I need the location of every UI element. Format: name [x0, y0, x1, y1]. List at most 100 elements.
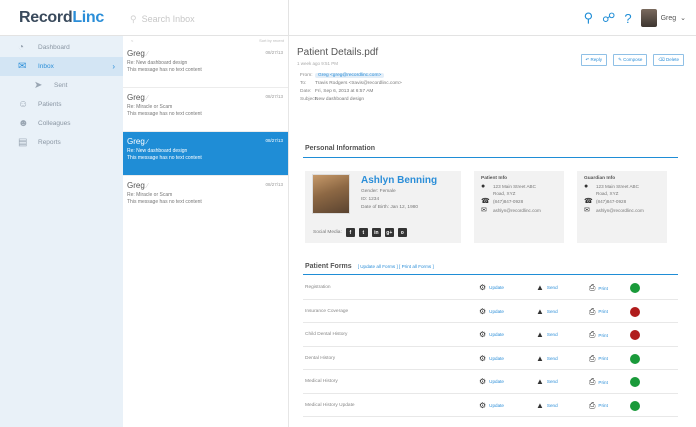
patient-gender: Gender: Female: [361, 189, 396, 194]
sidebar-item-label: Sent: [54, 82, 68, 89]
message-preview: This message has no text content: [127, 111, 202, 117]
facebook-icon[interactable]: f: [345, 228, 355, 237]
table-row: Medical History ⚙ Update ▲ Send ⎙ Print: [303, 370, 678, 394]
from-chip[interactable]: Greg <greg@recordlinc.com>: [315, 73, 385, 78]
list-item[interactable]: Greg ∕ 08/27/13 Re: Miracle or Scam This …: [123, 88, 288, 132]
print-icon: ⎙: [589, 353, 596, 363]
sidebar-item-reports[interactable]: ▤ Reports: [0, 133, 123, 152]
top-bar: RecordLinc ⚲ Search Inbox ⚲ ☍ ? Greg ⌄: [0, 0, 696, 36]
send-icon: ▲: [536, 330, 544, 339]
print-link[interactable]: ⎙ Print: [589, 283, 608, 293]
guardian-info-card: Guardian Info ● 123 Main Street ABC Road, …: [577, 171, 667, 243]
avatar: [640, 9, 657, 27]
group-icon: ☻: [18, 118, 29, 129]
envelope-icon: ✉: [18, 61, 27, 72]
print-icon: ⎙: [589, 306, 596, 316]
send-link[interactable]: ▲ Send: [536, 354, 558, 363]
status-dot: [630, 377, 640, 387]
form-name: Dental History: [305, 355, 336, 361]
status-dot: [630, 283, 640, 293]
send-link[interactable]: ▲ Send: [536, 401, 558, 410]
location-pin-icon: ●: [481, 183, 486, 190]
to-value: Travis Rodgers <travis@recordlinc.com>: [315, 81, 402, 86]
user-menu[interactable]: Greg ⌄: [640, 9, 686, 27]
google-plus-icon[interactable]: g+: [384, 228, 394, 237]
sidebar-item-label: Patients: [38, 101, 62, 108]
attachment-icon: ∕: [146, 183, 148, 190]
logo[interactable]: RecordLinc: [0, 0, 123, 36]
send-link[interactable]: ▲ Send: [536, 377, 558, 386]
update-link[interactable]: ⚙ Update: [479, 330, 504, 339]
twitter-icon[interactable]: t: [358, 228, 368, 237]
update-link[interactable]: ⚙ Update: [479, 354, 504, 363]
attachment-icon: ∕: [146, 51, 148, 58]
sidebar-item-patients[interactable]: ☺ Patients: [0, 95, 123, 114]
message-date: 08/27/13: [265, 94, 283, 99]
send-link[interactable]: ▲ Send: [536, 283, 558, 292]
sidebar-item-colleagues[interactable]: ☻ Colleagues: [0, 114, 123, 133]
link-icon[interactable]: ☍: [602, 10, 615, 26]
table-row: Dental History ⚙ Update ▲ Send ⎙ Print: [303, 347, 678, 370]
attachment-icon: ∕: [146, 95, 148, 102]
message-actions: ↶ Reply ✎ Compose ⌫ Delete: [580, 54, 684, 66]
email-address[interactable]: ashlyn@recordlinc.com: [596, 208, 644, 215]
help-icon[interactable]: ?: [624, 11, 631, 26]
print-link[interactable]: ⎙ Print: [589, 377, 608, 387]
search-icon[interactable]: ⚲: [584, 10, 594, 26]
address-line-2: Road, XYZ: [596, 190, 619, 196]
guardian-info-title: Guardian Info: [584, 176, 616, 181]
print-link[interactable]: ⎙ Print: [589, 330, 608, 340]
other-social-icon[interactable]: o: [397, 228, 407, 237]
form-name: Registration: [305, 285, 331, 290]
personal-info-title: Personal Information: [305, 145, 376, 152]
patient-dob: Date of Birth: Jan 12, 1980: [361, 205, 419, 210]
message-preview: This message has no text content: [127, 199, 202, 205]
message-header-fields: From: Greg <greg@recordlinc.com> To: Travi…: [300, 73, 402, 102]
reply-button[interactable]: ↶ Reply: [580, 54, 608, 66]
message-from: Greg: [127, 49, 145, 58]
social-media: Social Media: f t in g+ o: [313, 228, 407, 237]
update-link[interactable]: ⚙ Update: [479, 283, 504, 292]
update-link[interactable]: ⚙ Update: [479, 307, 504, 316]
address-line-1: 123 Main Street ABC: [596, 184, 639, 189]
update-link[interactable]: ⚙ Update: [479, 401, 504, 410]
update-icon: ⚙: [479, 306, 487, 316]
sidebar-item-sent[interactable]: ➤ Sent: [0, 76, 123, 95]
send-icon: ▲: [536, 400, 544, 410]
patient-name[interactable]: Ashlyn Benning: [361, 175, 437, 186]
bulk-form-links[interactable]: [ Update all Forms ] [ Print all Forms ]: [358, 264, 434, 269]
patient-info-title: Patient Info: [481, 176, 508, 181]
search-input[interactable]: ⚲ Search Inbox: [130, 12, 280, 26]
trash-icon: ⌫: [658, 57, 666, 62]
status-dot: [630, 353, 640, 364]
send-link[interactable]: ▲ Send: [536, 330, 558, 339]
sidebar-item-dashboard[interactable]: ◔ Dashboard: [0, 38, 123, 57]
list-item[interactable]: Greg ∕ 08/27/13 Re: Miracle or Scam This …: [123, 176, 288, 220]
status-dot: [630, 330, 640, 340]
update-icon: ⚙: [479, 353, 487, 363]
print-link[interactable]: ⎙ Print: [589, 354, 608, 364]
phone-number: (847)847-0928: [596, 199, 627, 204]
header-tools: ⚲ ☍ ? Greg ⌄: [584, 9, 686, 27]
send-icon: ▲: [536, 353, 544, 363]
delete-button[interactable]: ⌫ Delete: [653, 54, 684, 66]
send-link[interactable]: ▲ Send: [536, 307, 558, 316]
sidebar-item-inbox[interactable]: ✉ Inbox ›: [0, 57, 123, 76]
linkedin-icon[interactable]: in: [371, 228, 381, 237]
list-item[interactable]: Greg ∕ 08/27/13 Re: New dashboard design …: [123, 44, 288, 88]
message-from: Greg: [127, 181, 145, 190]
list-item-selected[interactable]: Greg ∕ 08/27/13 Re: New dashboard design …: [123, 132, 288, 176]
message-date: 08/27/13: [265, 50, 283, 55]
print-icon: ⎙: [589, 377, 596, 386]
email-address[interactable]: ashlyn@recordlinc.com: [493, 208, 541, 215]
location-pin-icon: ●: [584, 183, 589, 190]
print-link[interactable]: ⎙ Print: [589, 401, 608, 411]
phone-icon: ☎: [481, 198, 490, 205]
update-link[interactable]: ⚙ Update: [479, 377, 504, 386]
compose-button[interactable]: ✎ Compose: [613, 54, 648, 66]
send-icon: ▲: [536, 306, 544, 316]
print-link[interactable]: ⎙ Print: [589, 307, 608, 317]
phone-icon: ☎: [584, 198, 593, 205]
list-header: < Sort by recent: [123, 36, 288, 44]
sidebar-item-label: Dashboard: [38, 44, 70, 51]
